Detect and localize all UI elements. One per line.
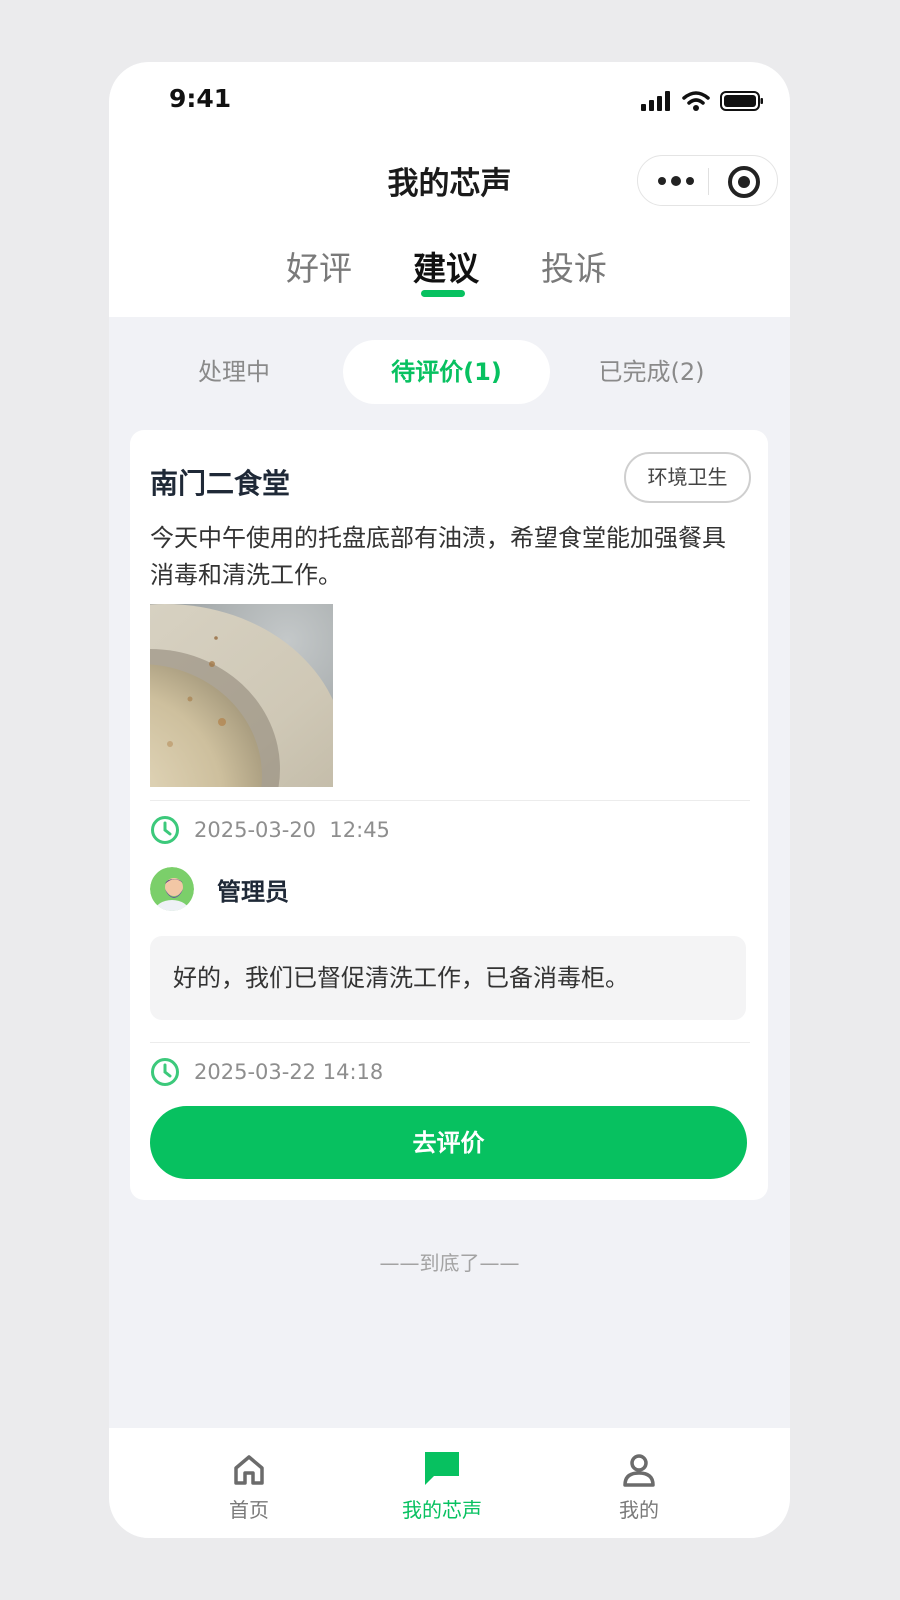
more-icon[interactable]: [658, 168, 694, 194]
phone-screen: 9:41 我的芯声 好评 建议 投诉 处理中 待评价(1) 已完成(2) 南门二…: [109, 62, 790, 1538]
clock-icon: [151, 1058, 179, 1086]
tabbar-my-voice[interactable]: 我的芯声: [382, 1444, 502, 1523]
segment-completed[interactable]: 已完成(2): [569, 340, 734, 404]
status-time: 9:41: [169, 84, 232, 113]
submit-time-row: 2025-03-20 12:45: [150, 815, 390, 845]
status-icons: [640, 90, 764, 112]
plate-photo: [150, 604, 333, 787]
submit-time: 2025-03-20 12:45: [194, 818, 390, 842]
feedback-card: 南门二食堂 环境卫生 今天中午使用的托盘底部有油渍，希望食堂能加强餐具消毒和清洗…: [130, 430, 768, 1200]
tabbar-me-label: 我的: [619, 1498, 659, 1522]
segment-processing[interactable]: 处理中: [149, 340, 319, 404]
admin-name: 管理员: [217, 877, 289, 906]
tab-complaint[interactable]: 投诉: [541, 242, 607, 290]
reply-time: 2025-03-22 14:18: [194, 1060, 384, 1084]
bottom-tabbar: 首页 我的芯声 我的: [109, 1428, 790, 1538]
user-icon: [623, 1454, 655, 1487]
tabbar-home-label: 首页: [229, 1498, 269, 1522]
divider: [150, 800, 750, 801]
end-of-list-note: ——到底了——: [379, 1251, 520, 1275]
segment-pending-review[interactable]: 待评价(1): [343, 340, 550, 404]
mini-program-capsule: [637, 155, 778, 206]
divider: [150, 1042, 750, 1043]
tab-praise[interactable]: 好评: [286, 242, 352, 290]
tabbar-me[interactable]: 我的: [579, 1444, 699, 1523]
capsule-divider: [708, 168, 709, 195]
tabbar-home[interactable]: 首页: [189, 1444, 309, 1523]
category-tag: 环境卫生: [624, 452, 751, 503]
reply-time-row: 2025-03-22 14:18: [150, 1057, 383, 1087]
home-icon: [234, 1455, 264, 1485]
admin-row: 管理员: [150, 867, 289, 911]
battery-icon: [720, 91, 763, 111]
active-tab-indicator: [421, 290, 465, 297]
signal-icon: [641, 91, 670, 111]
admin-reply: 好的，我们已督促清洗工作，已备消毒柜。: [150, 936, 746, 1020]
go-review-button[interactable]: 去评价: [150, 1106, 747, 1179]
tabbar-my-voice-label: 我的芯声: [402, 1498, 482, 1522]
avatar: [150, 867, 194, 911]
wifi-icon: [682, 91, 710, 111]
close-target-icon[interactable]: [728, 166, 760, 198]
feedback-photo[interactable]: [150, 604, 333, 787]
feedback-description: 今天中午使用的托盘底部有油渍，希望食堂能加强餐具消毒和清洗工作。: [150, 524, 726, 589]
tab-suggestion[interactable]: 建议: [413, 242, 479, 290]
chat-icon: [425, 1452, 459, 1485]
clock-icon: [151, 816, 179, 844]
canteen-name: 南门二食堂: [150, 467, 291, 500]
